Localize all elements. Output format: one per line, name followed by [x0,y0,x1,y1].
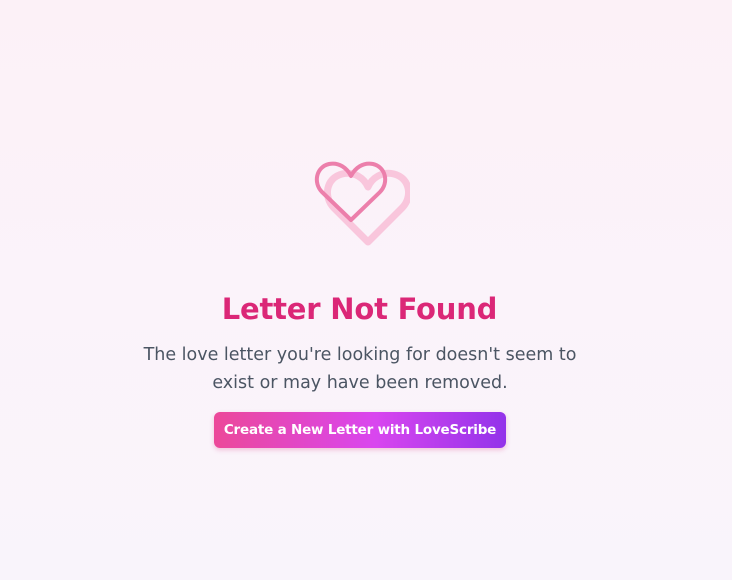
create-letter-button[interactable]: Create a New Letter with LoveScribe [214,412,506,448]
not-found-message: The love letter you're looking for doesn… [143,344,577,393]
not-found-page: Letter Not Found The love letter you're … [0,0,732,580]
heart-icon [310,156,410,246]
page-title: Letter Not Found [221,292,498,327]
